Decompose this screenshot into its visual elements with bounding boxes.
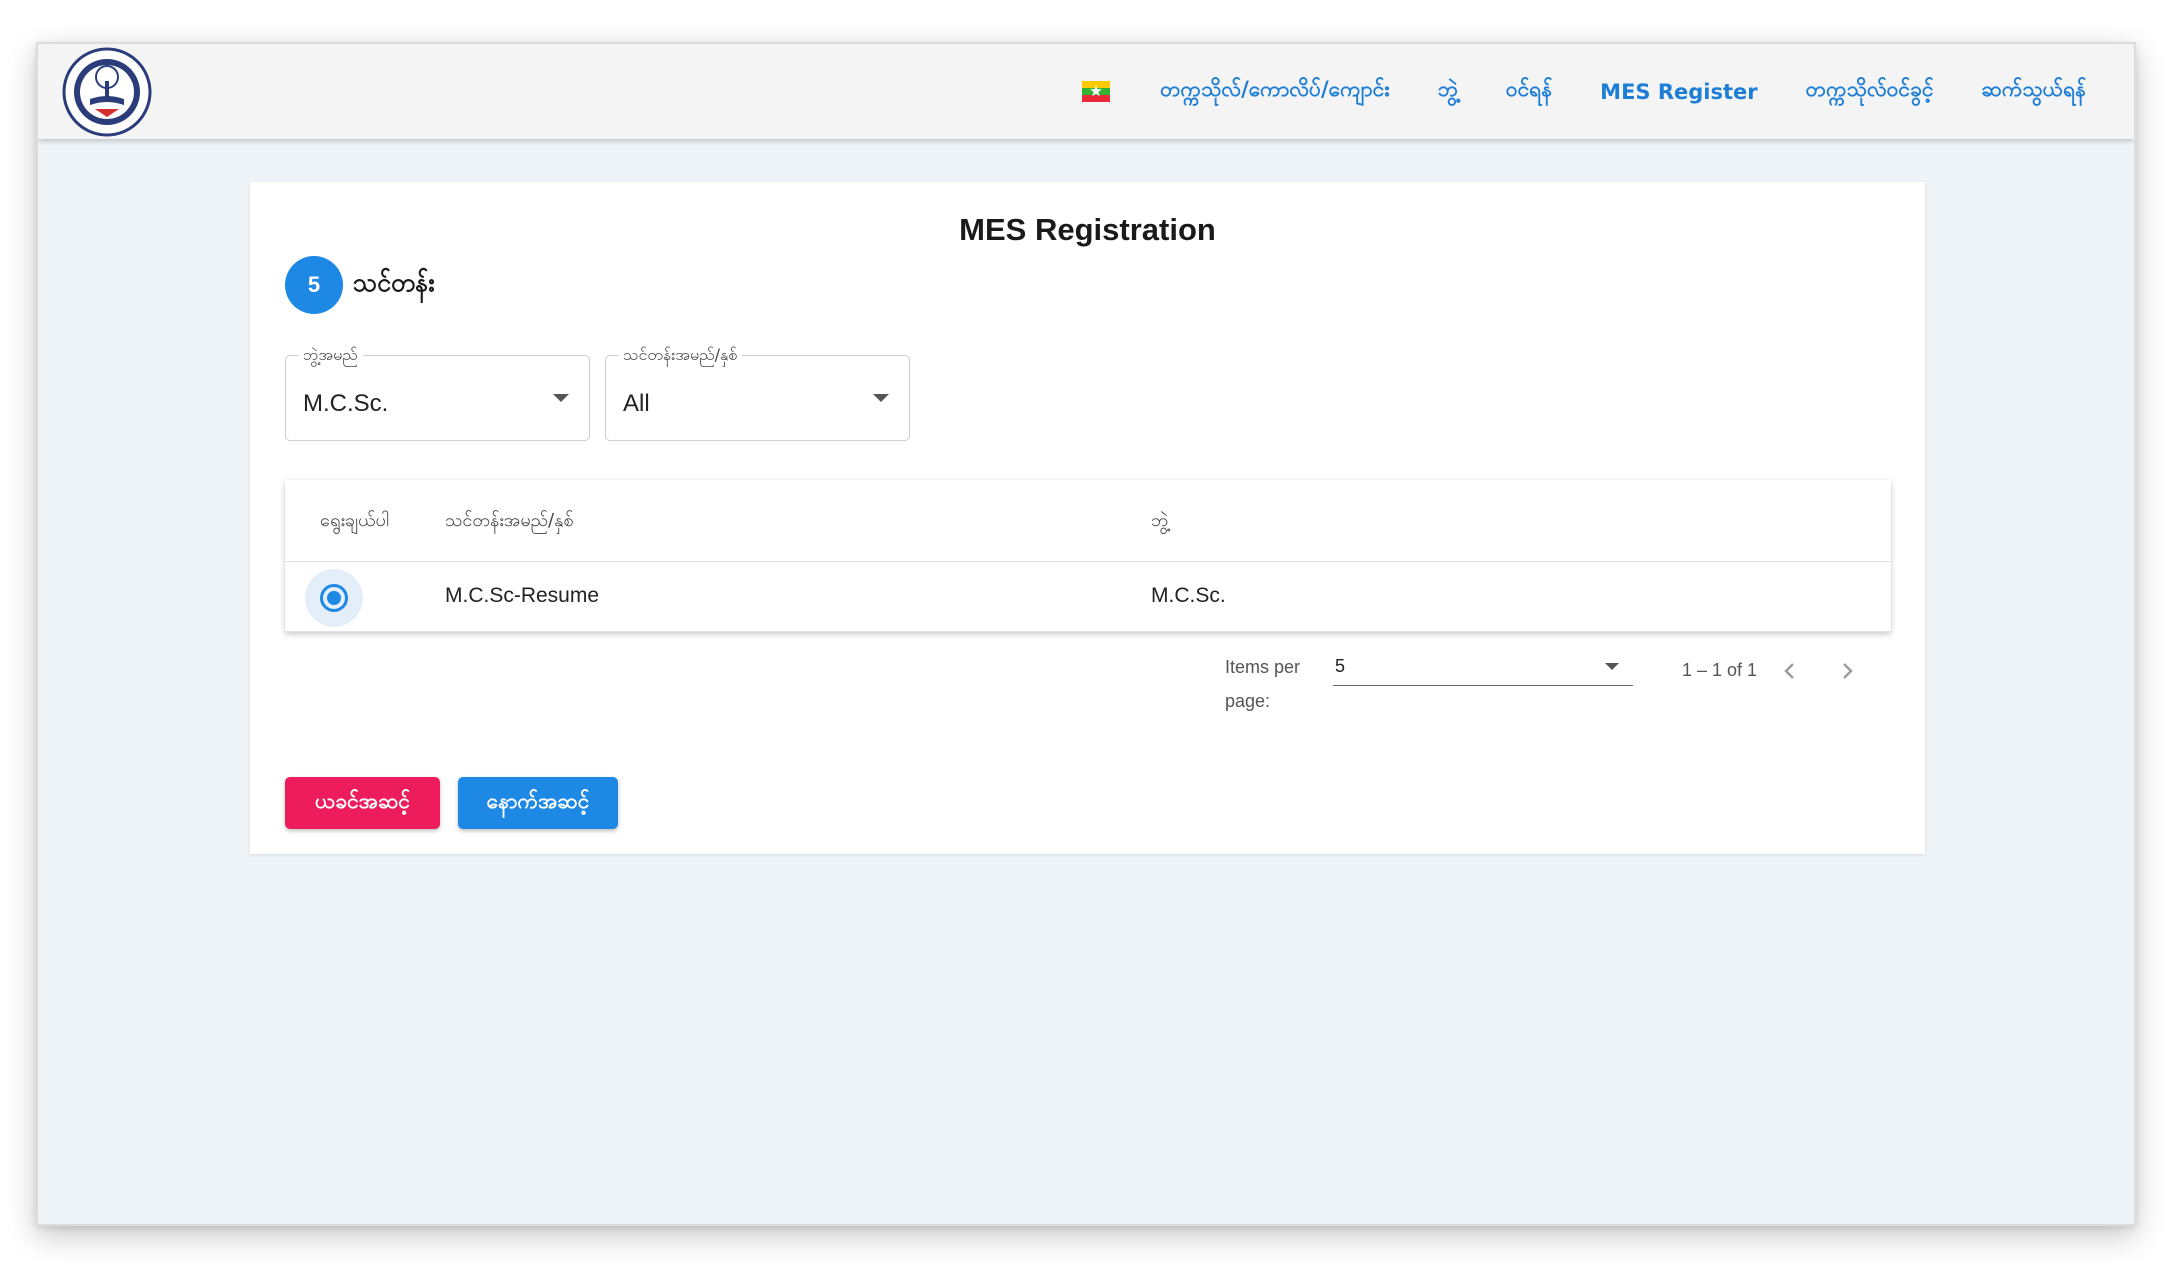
- degree-select-label: ဘွဲ့အမည်: [298, 344, 363, 368]
- cell-course: M.C.Sc-Resume: [445, 584, 600, 607]
- step-number: 5: [285, 256, 343, 314]
- top-navbar: တက္ကသိုလ်/ကောလိပ်/ကျောင်း ဘွဲ့ ဝင်ရန် ME…: [38, 44, 2134, 139]
- next-step-button[interactable]: နောက်အဆင့်: [458, 777, 618, 829]
- page-title: MES Registration: [959, 212, 1216, 247]
- nav-degree[interactable]: ဘွဲ့: [1438, 76, 1458, 107]
- nav-contact[interactable]: ဆက်သွယ်ရန်: [1982, 76, 2086, 107]
- course-select[interactable]: သင်တန်းအမည်/နှစ် All: [605, 344, 910, 441]
- app-window: တက္ကသိုလ်/ကောလိပ်/ကျောင်း ဘွဲ့ ဝင်ရန် ME…: [36, 42, 2136, 1226]
- chevron-down-icon: [553, 394, 569, 402]
- registration-card: MES Registration 5 သင်တန်း ဘွဲ့အမည် M.C.…: [250, 182, 1925, 854]
- chevron-left-icon: [1784, 663, 1794, 679]
- previous-page-button[interactable]: [1775, 656, 1805, 686]
- column-header-degree: ဘွဲ့: [1151, 510, 1169, 531]
- column-header-select: ရွေးချယ်ပါ: [320, 510, 389, 531]
- paginator: Items per page: 5 1 – 1 of 1: [250, 640, 1925, 730]
- course-select-label: သင်တန်းအမည်/နှစ်: [618, 344, 743, 368]
- chevron-down-icon: [1605, 663, 1619, 670]
- chevron-down-icon: [873, 394, 889, 402]
- university-logo[interactable]: [62, 47, 152, 137]
- page-range-label: 1 – 1 of 1: [1682, 660, 1758, 680]
- nav-university[interactable]: တက္ကသိုလ်/ကောလိပ်/ကျောင်း: [1160, 76, 1389, 107]
- radio-dot: [327, 591, 341, 605]
- course-table: ရွေးချယ်ပါ သင်တန်းအမည်/နှစ် ဘွဲ့ M.C.Sc-…: [285, 480, 1891, 632]
- chevron-right-icon: [1843, 663, 1853, 679]
- table-header: ရွေးချယ်ပါ သင်တန်းအမည်/နှစ် ဘွဲ့: [285, 480, 1891, 562]
- degree-select[interactable]: ဘွဲ့အမည် M.C.Sc.: [285, 344, 590, 441]
- nav-admission[interactable]: ဝင်ရန်: [1506, 76, 1552, 107]
- table-row[interactable]: M.C.Sc-Resume M.C.Sc.: [285, 562, 1891, 632]
- radio-checked-icon: [320, 584, 348, 612]
- step-label: သင်တန်း: [353, 267, 435, 297]
- main-nav: တက္ကသိုလ်/ကောလိပ်/ကျောင်း ဘွဲ့ ဝင်ရန် ME…: [1082, 44, 2086, 139]
- row-radio-button[interactable]: [305, 569, 363, 627]
- items-per-page-label: Items per page:: [1225, 657, 1301, 711]
- degree-select-value: M.C.Sc.: [303, 390, 389, 417]
- page-size-value: 5: [1335, 656, 1346, 676]
- nav-mes-register[interactable]: MES Register: [1600, 80, 1757, 104]
- column-header-course: သင်တန်းအမည်/နှစ်: [445, 510, 574, 531]
- nav-university-entrance[interactable]: တက္ကသိုလ်ဝင်ခွင့်: [1806, 76, 1934, 107]
- cell-degree: M.C.Sc.: [1151, 584, 1226, 607]
- previous-step-button[interactable]: ယခင်အဆင့်: [285, 777, 440, 829]
- page-size-select[interactable]: 5: [1333, 656, 1633, 686]
- next-page-button[interactable]: [1832, 656, 1862, 686]
- course-select-value: All: [623, 390, 650, 417]
- myanmar-flag-icon[interactable]: [1082, 81, 1111, 102]
- step-indicator: 5 သင်တန်း: [285, 256, 435, 314]
